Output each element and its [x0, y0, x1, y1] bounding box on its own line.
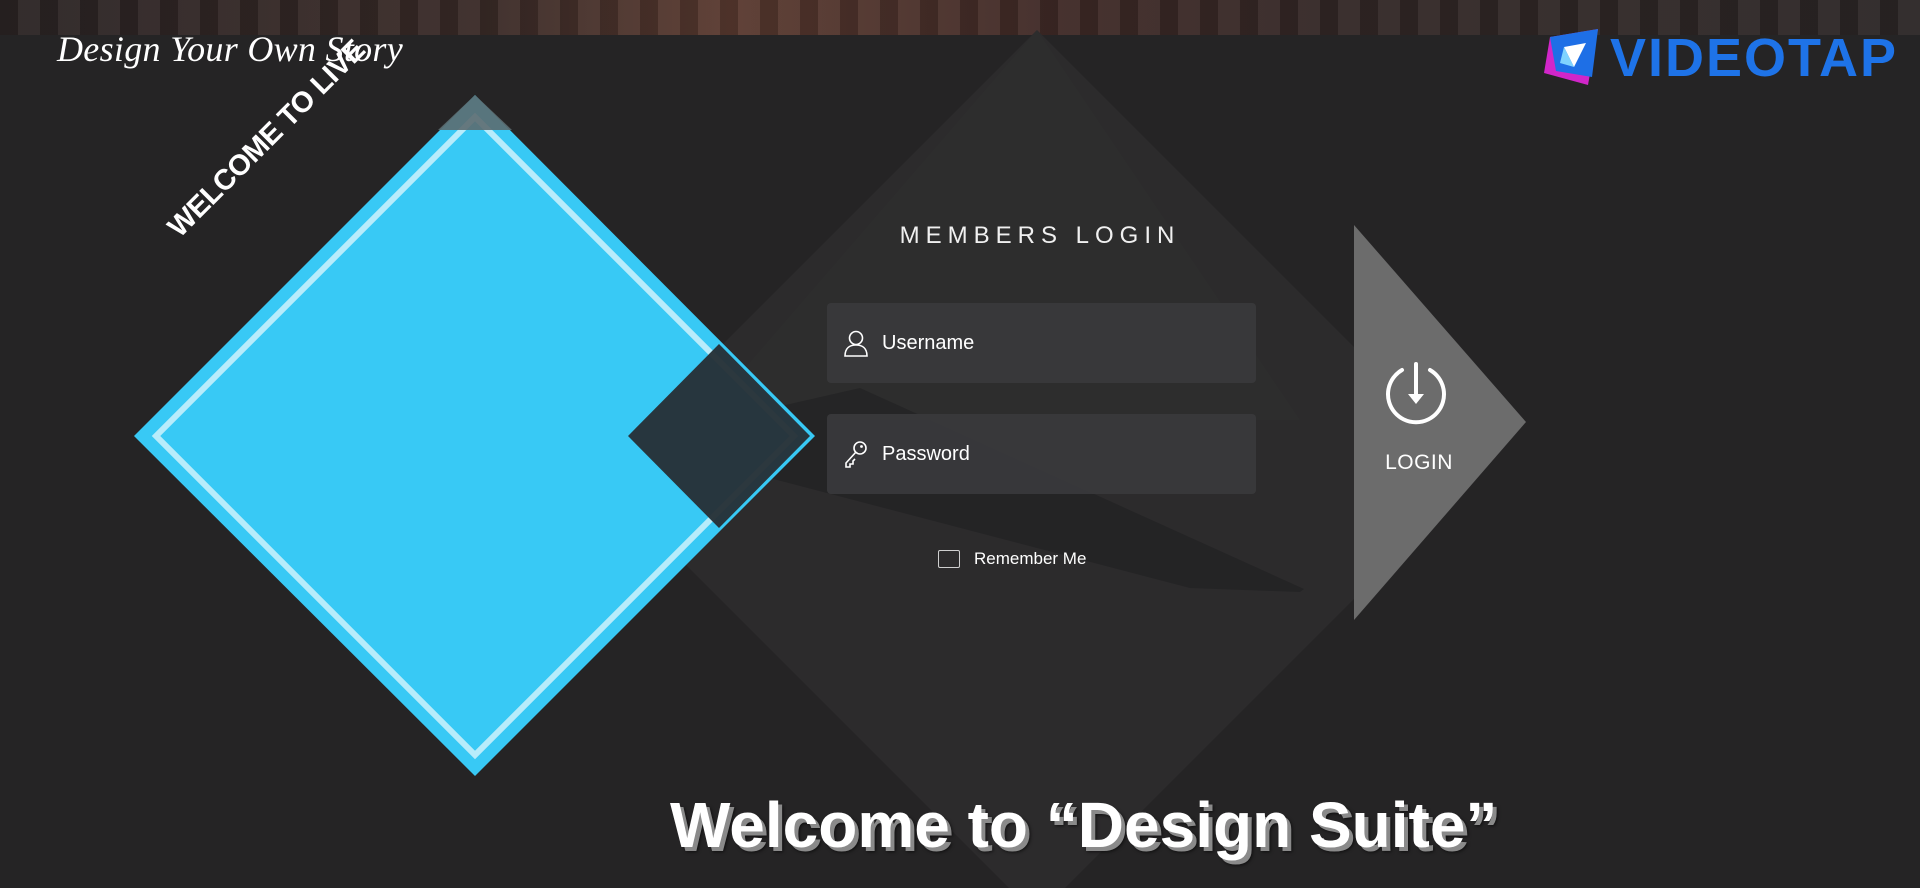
login-page: Design Your Own Story VIDEOTAP WELCOME T… — [0, 0, 1920, 888]
members-login-title: MEMBERS LOGIN — [899, 222, 1181, 249]
password-field[interactable] — [827, 414, 1256, 494]
key-icon — [842, 439, 870, 469]
username-input[interactable] — [882, 323, 1256, 363]
welcome-headline: Welcome to “Design Suite” — [670, 789, 1498, 861]
password-input[interactable] — [882, 434, 1256, 474]
login-button-label[interactable]: LOGIN — [1354, 451, 1484, 475]
remember-me[interactable]: Remember Me — [938, 549, 1086, 569]
power-icon — [1386, 362, 1446, 425]
remember-me-label: Remember Me — [974, 549, 1087, 568]
user-icon — [842, 328, 870, 358]
brand-logo: VIDEOTAP — [1542, 25, 1898, 91]
login-button[interactable] — [1354, 225, 1526, 620]
brand-name: VIDEOTAP — [1609, 28, 1898, 88]
videotap-logo-icon — [1543, 29, 1598, 85]
diamond-top-tip — [438, 95, 512, 130]
username-field[interactable] — [827, 303, 1256, 383]
remember-me-checkbox[interactable] — [938, 550, 960, 568]
